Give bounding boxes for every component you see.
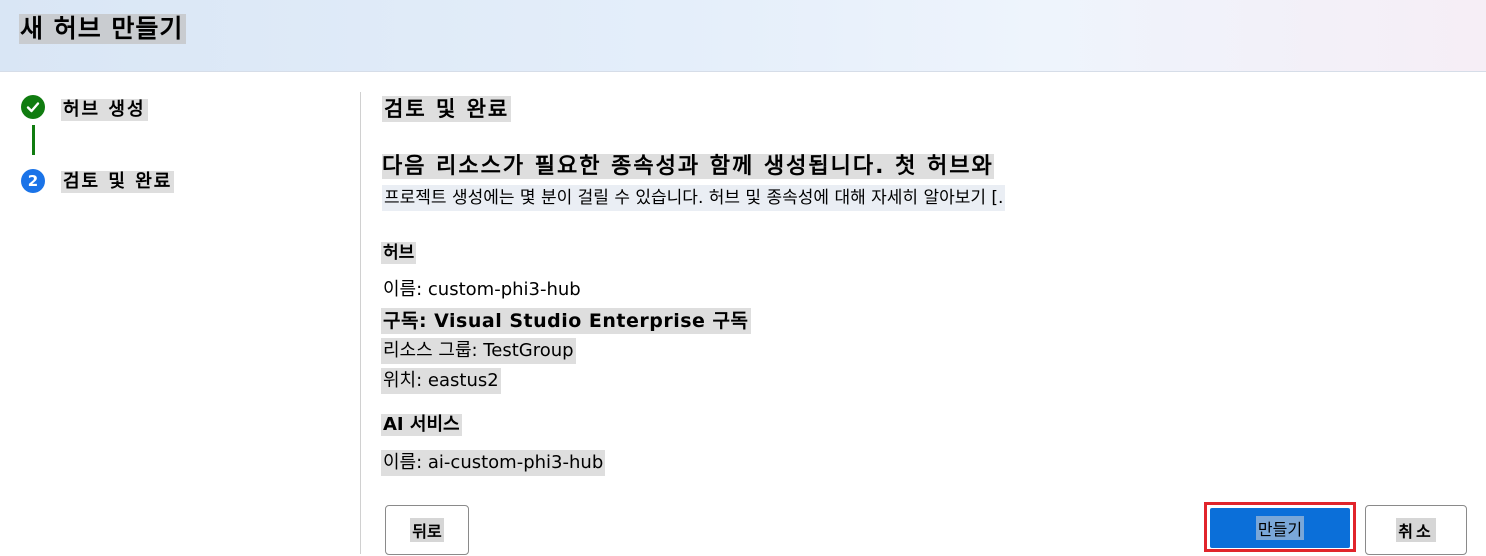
cancel-button-label: 취소 bbox=[1396, 518, 1436, 542]
wizard-steps bbox=[0, 71, 360, 556]
step-label-create-hub[interactable]: 허브 생성 bbox=[61, 99, 148, 121]
hub-location: 위치: eastus2 bbox=[381, 368, 501, 394]
header-bar: 새 허브 만들기 bbox=[0, 0, 1486, 72]
back-button[interactable]: 뒤로 bbox=[385, 505, 469, 555]
checkmark-icon bbox=[21, 95, 45, 119]
hub-subscription: 구독: Visual Studio Enterprise 구독 bbox=[381, 308, 751, 334]
description-line-1: 다음 리소스가 필요한 종속성과 함께 생성됩니다. 첫 허브와 bbox=[382, 154, 994, 179]
hub-name: 이름: custom-phi3-hub bbox=[383, 279, 581, 300]
description-line-2: 프로젝트 생성에는 몇 분이 걸릴 수 있습니다. 허브 및 종속성에 대해 자… bbox=[382, 185, 1006, 211]
description-text: 다음 리소스가 필요한 종속성과 함께 생성됩니다. 첫 허브와 bbox=[382, 153, 1452, 181]
ai-services-heading: AI 서비스 bbox=[381, 414, 462, 436]
create-button-label: 만들기 bbox=[1255, 516, 1305, 540]
step-label-review[interactable]: 검토 및 완료 bbox=[61, 171, 175, 193]
divider bbox=[360, 92, 361, 554]
ai-services-name: 이름: ai-custom-phi3-hub bbox=[381, 450, 606, 476]
back-button-label: 뒤로 bbox=[410, 518, 444, 542]
hub-resource-group: 리소스 그룹: TestGroup bbox=[381, 338, 576, 364]
cancel-button[interactable]: 취소 bbox=[1365, 505, 1467, 555]
section-title: 검토 및 완료 bbox=[382, 96, 512, 122]
hub-heading: 허브 bbox=[381, 242, 417, 264]
page-title: 새 허브 만들기 bbox=[19, 14, 187, 44]
step-connector bbox=[32, 125, 35, 155]
create-button[interactable]: 만들기 bbox=[1210, 508, 1350, 548]
step-number-badge: 2 bbox=[21, 169, 45, 193]
